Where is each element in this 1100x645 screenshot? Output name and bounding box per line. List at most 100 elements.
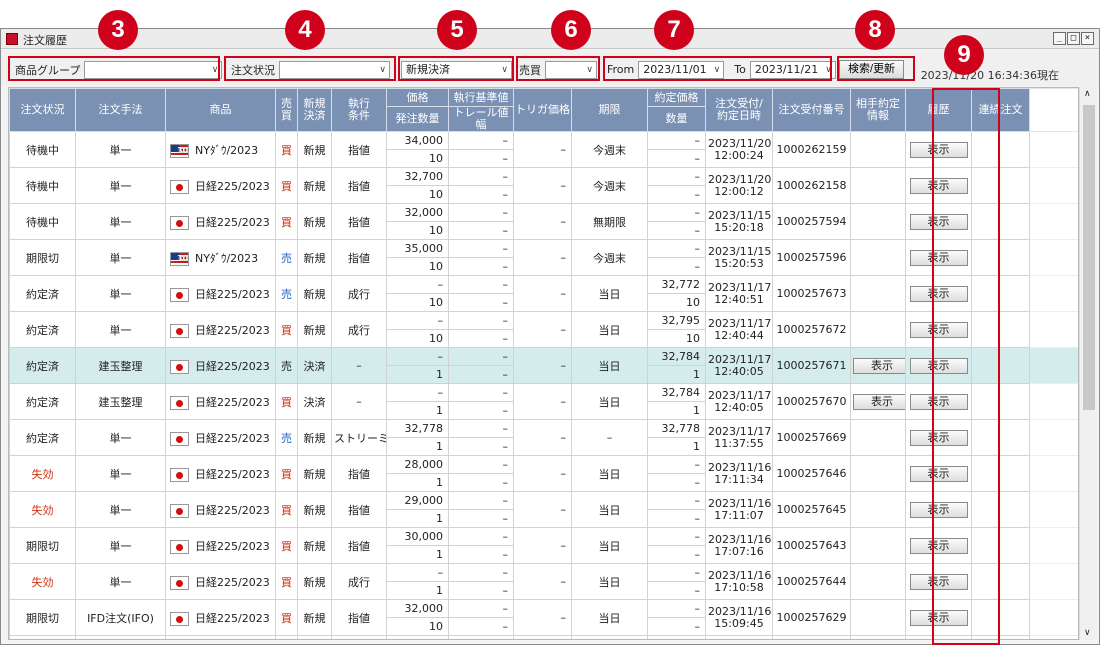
scroll-up-icon[interactable]: ∧ (1084, 89, 1091, 99)
product-cell: 日経225/2023 (165, 383, 276, 420)
scroll-thumb[interactable] (1083, 105, 1095, 410)
table-row[interactable]: 失効 単一 日経225/2023 買新規 指値 29,000– – 当日 –2023/11/16… (9, 491, 1078, 528)
status-cell (9, 635, 76, 639)
status-cell: 待機中 (9, 131, 76, 168)
col-expiry[interactable]: 期限 (571, 88, 648, 132)
method-cell: 単一 (75, 419, 166, 456)
fill-qty-cell: 1 (647, 365, 706, 384)
col-received[interactable]: 注文受付/約定日時 (705, 88, 773, 132)
kind-cell: 新規 (297, 419, 332, 456)
jp-flag-icon (170, 287, 189, 302)
condition-cell: – (331, 347, 387, 384)
vertical-scrollbar[interactable]: ∧ ∨ (1079, 87, 1097, 640)
table-row[interactable]: 待機中 単一 日経225/2023 買新規 指値 32,000– – 無期限 –2023/11/… (9, 203, 1078, 240)
status-cell: 約定済 (9, 419, 76, 456)
col-product[interactable]: 商品 (165, 88, 276, 132)
table-row[interactable]: 失効 単一 日経225/2023 買新規 成行 – – – 当日 –2023/11/16 17:10… (9, 563, 1078, 600)
annotation-badge-7: 7 (654, 10, 694, 50)
trigger-cell: – (513, 383, 572, 420)
table-row[interactable]: 約定済単一日経225/2023売新規ストリーミング32,778–––32,778… (9, 419, 1078, 456)
price-cell: – (386, 383, 449, 402)
table-row[interactable]: 32,500––2023/11/16 (9, 635, 1078, 639)
table-row[interactable]: 約定済 単一 日経225/2023 買新規 成行 – – – 当日 32,795 2023/11/1… (9, 311, 1078, 348)
annotation-box-7 (603, 56, 832, 81)
received-cell: 2023/11/16 (705, 635, 773, 639)
fill-price-cell: 32,795 (647, 311, 706, 330)
title-bar[interactable]: 注文履歴 _ □ × (1, 29, 1099, 49)
maximize-icon[interactable]: □ (1067, 32, 1080, 45)
price-cell: 32,700 (386, 167, 449, 186)
current-time: 2023/11/20 16:34:36現在 (920, 69, 1059, 82)
jp-flag-icon (170, 395, 189, 410)
order-number-cell: 1000262159 (772, 131, 851, 168)
expiry-cell: 今週末 (571, 131, 648, 168)
table-row[interactable]: 期限切 単一 日経225/2023 買新規 指値 30,000– – 当日 –2023/11/1… (9, 527, 1078, 564)
method-cell: IFD注文(IFO) (75, 599, 166, 636)
status-cell: 失効 (9, 455, 76, 492)
blank-cell (1029, 347, 1078, 384)
order-number-cell: 1000257673 (772, 275, 851, 312)
col-fill-qty[interactable]: 数量 (647, 106, 706, 132)
table-row[interactable]: 約定済 建玉整理 日経225/2023 売決済 – – – – 当日 32,784 2023/11/… (9, 347, 1078, 384)
counter-info-cell (850, 167, 906, 204)
table-row[interactable]: 約定済 単一 日経225/2023 売新規 成行 – – – 当日 32,772 2023/11/1… (9, 275, 1078, 312)
side-cell: 売 (275, 347, 298, 384)
col-trail[interactable]: トレール値幅 (448, 106, 514, 132)
col-fill-price[interactable]: 約定価格 (647, 88, 706, 107)
counter-info-button[interactable]: 表示 (853, 357, 905, 374)
price-cell: – (386, 311, 449, 330)
product-cell: 日経225/2023 (165, 347, 276, 384)
table-row[interactable]: 期限切 単一 30 NYﾀﾞｳ/2023 売新規 指値 35,000– – 今週末 –2023/1… (9, 239, 1078, 276)
method-cell: 建玉整理 (75, 347, 166, 384)
col-exec-cond[interactable]: 執行 条件 (331, 88, 387, 132)
jp-flag-icon (170, 611, 189, 626)
counter-info-cell (850, 455, 906, 492)
col-base[interactable]: 執行基準値 (448, 88, 514, 107)
col-trigger[interactable]: トリガ価格 (513, 88, 572, 132)
table-row[interactable]: 待機中 単一 日経225/2023 買新規 指値 32,700– – 今週末 –2023/11/… (9, 167, 1078, 204)
fill-price-cell: – (647, 563, 706, 582)
status-cell: 約定済 (9, 275, 76, 312)
condition-cell: 指値 (331, 131, 387, 168)
scroll-down-icon[interactable]: ∨ (1084, 628, 1091, 638)
base-cell: – (448, 455, 514, 474)
col-order-number[interactable]: 注文受付番号 (772, 88, 851, 132)
counter-info-cell (850, 599, 906, 636)
col-qty[interactable]: 発注数量 (386, 106, 449, 132)
expiry-cell: – (571, 419, 648, 456)
col-method[interactable]: 注文手法 (75, 88, 166, 132)
table-row[interactable]: 約定済 建玉整理 日経225/2023 買決済 – – – – 当日 32,784 2023/11/… (9, 383, 1078, 420)
col-status[interactable]: 注文状況 (9, 88, 76, 132)
trail-cell: – (448, 257, 514, 276)
fill-price-cell: – (647, 239, 706, 258)
status-cell: 失効 (9, 491, 76, 528)
counter-info-cell (850, 275, 906, 312)
table-row[interactable]: 待機中 単一 30 NYﾀﾞｳ/2023 買新規 指値 34,000– – 今週末 –2023/1… (9, 131, 1078, 168)
qty-cell: 1 (386, 545, 449, 564)
side-cell: 買 (275, 383, 298, 420)
counter-info-button[interactable]: 表示 (853, 393, 905, 410)
product-cell (165, 635, 276, 639)
base-cell: – (448, 419, 514, 438)
minimize-icon[interactable]: _ (1053, 32, 1066, 45)
expiry-cell: 当日 (571, 527, 648, 564)
status-cell: 期限切 (9, 527, 76, 564)
fill-qty-cell: – (647, 581, 706, 600)
status-cell: 期限切 (9, 599, 76, 636)
close-icon[interactable]: × (1081, 32, 1094, 45)
kind-cell: 決済 (297, 347, 332, 384)
method-cell: 単一 (75, 167, 166, 204)
fill-qty-cell: – (647, 149, 706, 168)
received-cell: 2023/11/17 12:40:44 (705, 311, 773, 348)
received-cell: 2023/11/17 12:40:05 (705, 383, 773, 420)
jp-flag-icon (170, 431, 189, 446)
col-price[interactable]: 価格 (386, 88, 449, 107)
col-new-settle[interactable]: 新規 決済 (297, 88, 332, 132)
status-cell: 待機中 (9, 167, 76, 204)
table-row[interactable]: 失効 単一 日経225/2023 買新規 指値 28,000– – 当日 –2023/11/16… (9, 455, 1078, 492)
col-counter-info[interactable]: 相手約定 情報 (850, 88, 906, 132)
expiry-cell: 当日 (571, 311, 648, 348)
col-side[interactable]: 売買 (275, 88, 298, 132)
table-row[interactable]: 期限切 IFD注文(IFO) 日経225/2023 買新規 指値 32,000– – 当日 –2… (9, 599, 1078, 636)
expiry-cell: 当日 (571, 599, 648, 636)
